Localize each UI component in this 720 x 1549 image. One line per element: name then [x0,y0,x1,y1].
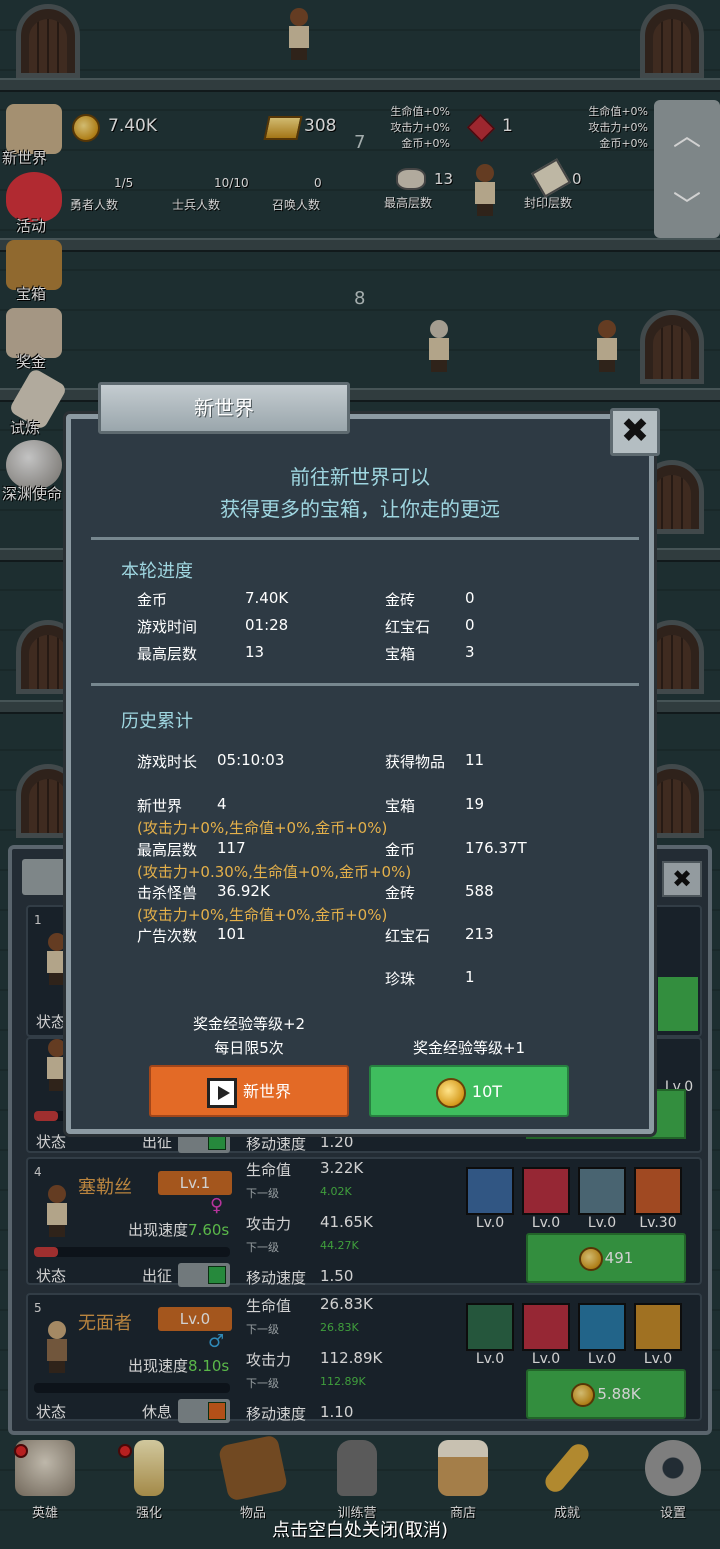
current-floor-label: 最高层数 [137,645,198,663]
history-gold-value: 176.37T [465,839,527,857]
history-ruby-value: 213 [465,925,494,943]
history-ads-label: 广告次数 [137,927,198,945]
current-brick-label: 金砖 [385,591,416,609]
history-kills-bonus: (攻击力+0%,生命值+0%,金币+0%) [137,906,388,924]
button-label: 10T [471,1082,503,1101]
dialog-title: 新世界 [98,382,350,434]
pay-gold-new-world-button[interactable]: 10T [369,1065,569,1117]
dialog-close-button[interactable]: ✖ [610,408,660,456]
history-playtime-label: 游戏时长 [137,753,198,771]
history-ads-value: 101 [217,925,246,943]
history-maxfloor-label: 最高层数 [137,841,198,859]
history-bricks-label: 金砖 [385,884,416,902]
history-gold-label: 金币 [385,841,416,859]
history-chest-value: 19 [465,795,485,813]
gold-bonus-note: 奖金经验等级+1 [412,1039,526,1057]
current-time-value: 01:28 [245,616,289,634]
button-label: 新世界 [242,1082,291,1101]
video-icon [206,1077,237,1108]
history-heading: 历史累计 [121,711,193,732]
history-chest-label: 宝箱 [385,797,416,815]
ad-daily-limit: 每日限5次 [214,1039,284,1057]
history-newworld-bonus: (攻击力+0%,生命值+0%,金币+0%) [137,819,388,837]
history-pearl-label: 珍珠 [385,970,416,988]
current-brick-value: 0 [465,589,475,607]
history-items-label: 获得物品 [385,753,446,771]
close-hint: 点击空白处关闭(取消) [271,1520,449,1541]
gold-coin-icon [435,1077,466,1108]
history-maxfloor-bonus: (攻击力+0.30%,生命值+0%,金币+0%) [137,863,412,881]
current-chest-value: 3 [465,643,475,661]
current-chest-label: 宝箱 [385,645,416,663]
history-newworld-value: 4 [217,795,227,813]
current-gold-value: 7.40K [245,589,289,607]
history-maxfloor-value: 117 [217,839,246,857]
ad-bonus-note: 奖金经验等级+2 [192,1015,306,1033]
current-floor-value: 13 [245,643,265,661]
current-gold-label: 金币 [137,591,168,609]
history-kills-value: 36.92K [217,882,270,900]
game-stage: 7 8 7.40K 308 生命值+0% 攻击力+0% 金币+0% 1 生命值+… [0,0,720,1549]
current-ruby-label: 红宝石 [385,618,431,636]
history-bricks-value: 588 [465,882,494,900]
dialog-subtitle-line2: 获得更多的宝箱，让你走的更远 [220,497,500,521]
dialog-subtitle-line1: 前往新世界可以 [290,465,430,489]
history-items-value: 11 [465,751,485,769]
divider [91,537,639,540]
watch-ad-new-world-button[interactable]: 新世界 [149,1065,349,1117]
history-newworld-label: 新世界 [137,797,183,815]
current-ruby-value: 0 [465,616,475,634]
history-playtime-value: 05:10:03 [217,751,285,769]
history-ruby-label: 红宝石 [385,927,431,945]
current-time-label: 游戏时间 [137,618,198,636]
history-pearl-value: 1 [465,968,475,986]
current-progress-heading: 本轮进度 [121,561,193,582]
new-world-dialog: 前往新世界可以 获得更多的宝箱，让你走的更远 本轮进度 金币 7.40K 金砖 … [66,414,654,1134]
divider [91,683,639,686]
history-kills-label: 击杀怪兽 [137,884,198,902]
